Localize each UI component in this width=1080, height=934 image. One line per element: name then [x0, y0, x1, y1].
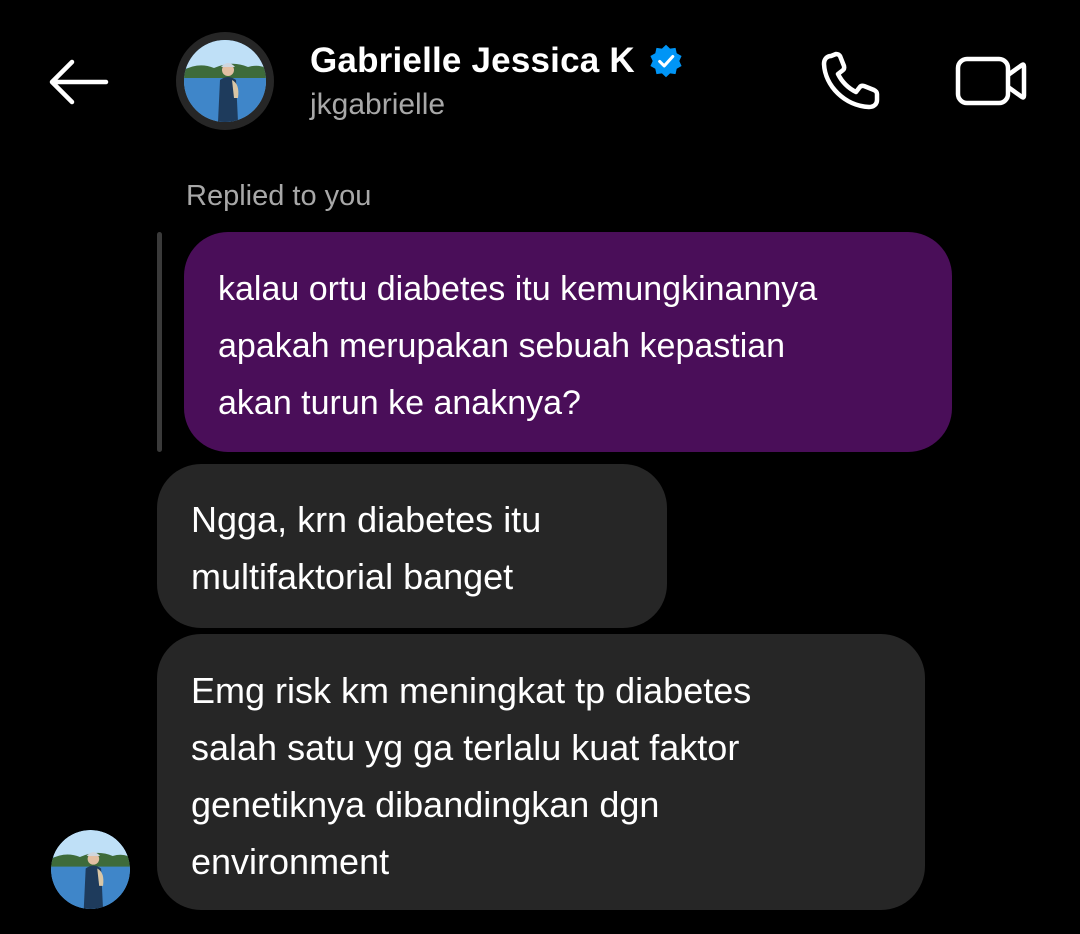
verified-badge-icon: [647, 42, 685, 80]
reply-indicator-bar: [157, 232, 162, 452]
audio-call-button[interactable]: [812, 46, 888, 116]
reply-context-label: Replied to you: [186, 180, 372, 212]
dm-thread-screen: Gabrielle Jessica K jkgabrielle Replied …: [0, 0, 1080, 934]
back-button[interactable]: [44, 52, 112, 112]
profile-avatar[interactable]: [176, 32, 274, 130]
sender-avatar[interactable]: [51, 830, 130, 909]
avatar-photo: [51, 830, 130, 909]
arrow-left-icon: [49, 59, 109, 105]
received-message-bubble[interactable]: Ngga, krn diabetes itu multifaktorial ba…: [157, 464, 667, 628]
contact-display-name: Gabrielle Jessica K: [310, 41, 635, 80]
video-camera-icon: [955, 56, 1027, 106]
quoted-message-bubble[interactable]: kalau ortu diabetes itu kemungkinannya a…: [184, 232, 952, 452]
contact-username: jkgabrielle: [310, 88, 446, 121]
contact-name-row[interactable]: Gabrielle Jessica K: [310, 38, 685, 84]
received-message-bubble[interactable]: Emg risk km meningkat tp diabetes salah …: [157, 634, 925, 910]
phone-icon: [821, 51, 880, 110]
avatar-photo: [184, 40, 266, 122]
video-call-button[interactable]: [948, 46, 1034, 116]
